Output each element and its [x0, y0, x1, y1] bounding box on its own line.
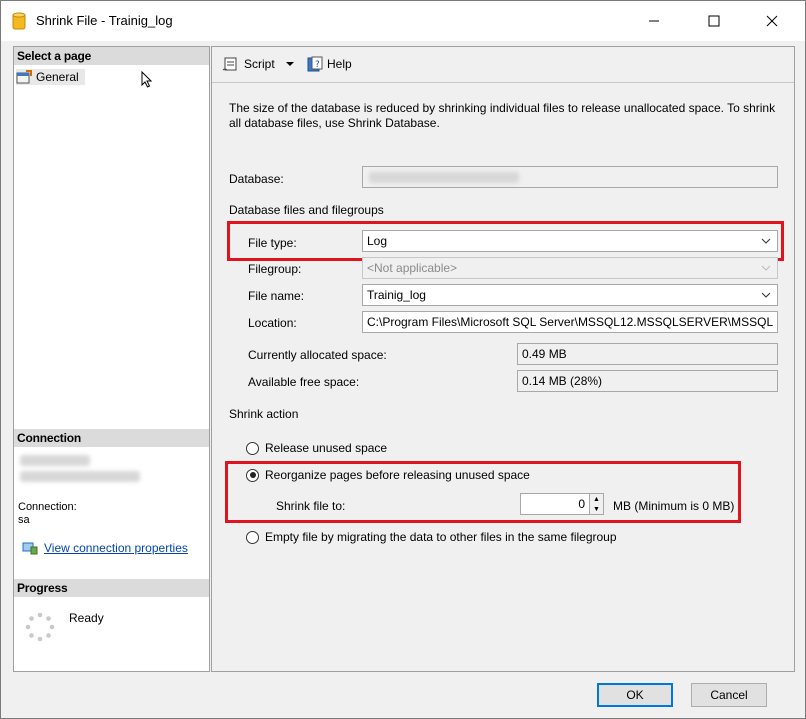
- chevron-down-icon: [761, 292, 771, 298]
- progress-header: Progress: [14, 579, 209, 597]
- window-title: Shrink File - Trainig_log: [36, 13, 173, 28]
- minimize-button[interactable]: [631, 1, 677, 41]
- progress-status: Ready: [69, 611, 104, 625]
- chevron-down-icon: [285, 62, 294, 66]
- help-label: Help: [327, 57, 352, 71]
- server-name-redacted: [20, 455, 90, 466]
- connection-label: Connection:: [18, 501, 77, 513]
- database-label: Database:: [229, 172, 284, 186]
- view-connection-properties-link[interactable]: View connection properties: [22, 541, 188, 555]
- right-pane: Script ? Help The size of the database i…: [211, 46, 795, 672]
- cancel-button[interactable]: Cancel: [691, 683, 767, 707]
- files-group-label: Database files and filegroups: [229, 203, 384, 217]
- connection-properties-icon: [22, 542, 38, 555]
- free-space-label: Available free space:: [248, 375, 360, 389]
- location-label: Location:: [248, 316, 297, 330]
- help-button[interactable]: ? Help: [307, 56, 352, 72]
- file-type-highlight: [227, 221, 784, 261]
- filegroup-label: Filegroup:: [248, 262, 302, 276]
- empty-file-option[interactable]: Empty file by migrating the data to othe…: [246, 530, 617, 544]
- svg-text:?: ?: [315, 60, 320, 70]
- release-unused-space-option[interactable]: Release unused space: [246, 441, 387, 455]
- select-page-header: Select a page: [14, 47, 209, 65]
- filegroup-value: <Not applicable>: [367, 261, 458, 275]
- release-unused-space-radio[interactable]: [246, 441, 259, 455]
- reorganize-highlight: [225, 461, 741, 523]
- release-unused-space-label: Release unused space: [265, 441, 388, 455]
- page-general[interactable]: General: [16, 69, 85, 85]
- close-icon: [766, 15, 778, 27]
- server-detail-redacted: [20, 471, 140, 482]
- connection-header: Connection: [14, 429, 209, 447]
- script-icon: [222, 57, 237, 71]
- file-name-label: File name:: [248, 289, 305, 303]
- left-pane: Select a page General Connection Connect…: [13, 46, 210, 672]
- view-connection-properties-label: View connection properties: [44, 541, 188, 555]
- database-icon: [12, 12, 26, 30]
- allocated-space-value: 0.49 MB: [517, 343, 778, 365]
- minimize-icon: [649, 20, 659, 22]
- empty-file-radio[interactable]: [246, 530, 259, 544]
- empty-file-label: Empty file by migrating the data to othe…: [265, 530, 617, 544]
- properties-icon: [16, 70, 32, 84]
- script-button[interactable]: Script: [222, 56, 295, 72]
- toolbar: Script ? Help: [212, 47, 794, 83]
- file-name-select[interactable]: Trainig_log: [362, 284, 778, 306]
- mouse-cursor-icon: [141, 71, 153, 88]
- shrink-file-dialog: Shrink File - Trainig_log Select a page …: [0, 0, 806, 719]
- connection-value: sa: [18, 514, 30, 526]
- file-name-value: Trainig_log: [367, 288, 426, 302]
- maximize-button[interactable]: [691, 1, 737, 41]
- ok-button[interactable]: OK: [597, 683, 673, 707]
- chevron-down-icon: [761, 265, 771, 271]
- title-bar[interactable]: Shrink File - Trainig_log: [1, 1, 805, 41]
- page-general-label: General: [36, 70, 79, 84]
- progress-spinner-icon: [25, 612, 55, 642]
- allocated-space-label: Currently allocated space:: [248, 348, 387, 362]
- database-name-redacted: [369, 172, 519, 183]
- shrink-action-label: Shrink action: [229, 407, 299, 421]
- maximize-icon: [708, 15, 720, 27]
- free-space-value: 0.14 MB (28%): [517, 370, 778, 392]
- database-field: [362, 166, 778, 188]
- script-label: Script: [244, 57, 275, 71]
- help-icon: ?: [307, 56, 323, 72]
- location-field[interactable]: C:\Program Files\Microsoft SQL Server\MS…: [362, 311, 778, 333]
- description-text: The size of the database is reduced by s…: [229, 101, 776, 130]
- close-button[interactable]: [749, 1, 795, 41]
- filegroup-select: <Not applicable>: [362, 257, 778, 279]
